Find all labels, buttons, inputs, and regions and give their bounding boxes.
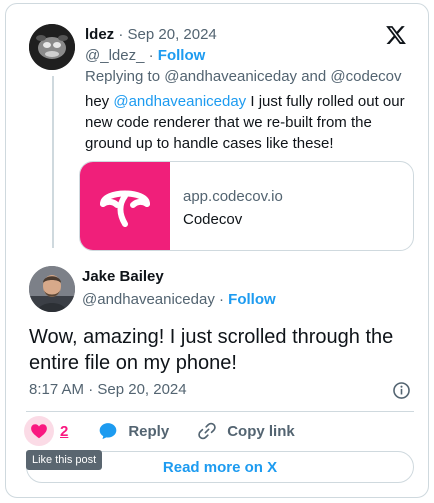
main-timestamp[interactable]: 8:17 AM · Sep 20, 2024: [29, 380, 187, 400]
reply-text: hey @andhaveaniceday I just fully rolled…: [85, 91, 415, 154]
reply-bubble-icon: [100, 423, 117, 440]
link-title: Codecov: [183, 211, 243, 228]
x-logo-icon[interactable]: [385, 24, 407, 46]
jake-bailey-avatar-icon: [29, 266, 75, 312]
like-button[interactable]: 2: [24, 416, 68, 446]
codecov-logo-thumbnail: [80, 162, 170, 250]
heart-icon: [31, 424, 47, 439]
heart-icon-wrap: [24, 416, 54, 446]
reply-author-name[interactable]: ldez: [85, 26, 114, 43]
like-tooltip: Like this post: [26, 450, 103, 470]
avatar[interactable]: [29, 266, 75, 312]
like-count[interactable]: 2: [60, 423, 68, 440]
replying-to-line: Replying to @andhaveaniceday and @codeco…: [85, 67, 402, 87]
reply-header: ldez · Sep 20, 2024: [85, 25, 217, 45]
thread-connector-line: [52, 76, 54, 248]
ldez-avatar-icon: [29, 24, 75, 70]
link-domain: app.codecov.io: [183, 188, 283, 205]
main-tweet-text: Wow, amazing! I just scrolled through th…: [29, 326, 394, 374]
copy-link-label: Copy link: [227, 422, 295, 440]
divider: [26, 411, 414, 412]
header-separator: ·: [114, 26, 128, 43]
action-bar: 2 Reply Copy link: [24, 416, 295, 446]
link-preview-card[interactable]: app.codecov.io Codecov: [79, 161, 414, 251]
link-chain-icon: [198, 422, 216, 440]
reply-handle[interactable]: @_ldez_: [85, 47, 144, 64]
embedded-post-card: ldez · Sep 20, 2024 @_ldez_ · Follow Rep…: [5, 3, 429, 498]
codecov-umbrella-icon: [100, 190, 150, 227]
replying-prefix: Replying to: [85, 68, 165, 85]
main-handle-separator: ·: [214, 291, 229, 308]
main-handle-row: @andhaveaniceday · Follow: [82, 290, 276, 310]
follow-button[interactable]: Follow: [228, 291, 276, 308]
reply-button[interactable]: Reply: [98, 421, 169, 441]
main-author-name[interactable]: Jake Bailey: [82, 267, 164, 287]
reply-text-prefix: hey: [85, 93, 114, 110]
avatar[interactable]: [29, 24, 75, 70]
reply-date[interactable]: Sep 20, 2024: [128, 26, 217, 43]
replying-and: and: [297, 68, 331, 85]
reply-label: Reply: [128, 422, 170, 440]
copy-link-button[interactable]: Copy link: [197, 421, 295, 441]
reply-handle-row: @_ldez_ · Follow: [85, 46, 205, 66]
replying-to-user-2[interactable]: @codecov: [330, 68, 401, 85]
main-handle[interactable]: @andhaveaniceday: [82, 291, 215, 308]
mention-link[interactable]: @andhaveaniceday: [113, 93, 246, 110]
replying-to-user-1[interactable]: @andhaveaniceday: [164, 68, 297, 85]
follow-button[interactable]: Follow: [158, 47, 206, 64]
info-icon[interactable]: [392, 381, 411, 400]
handle-separator: ·: [144, 47, 158, 64]
